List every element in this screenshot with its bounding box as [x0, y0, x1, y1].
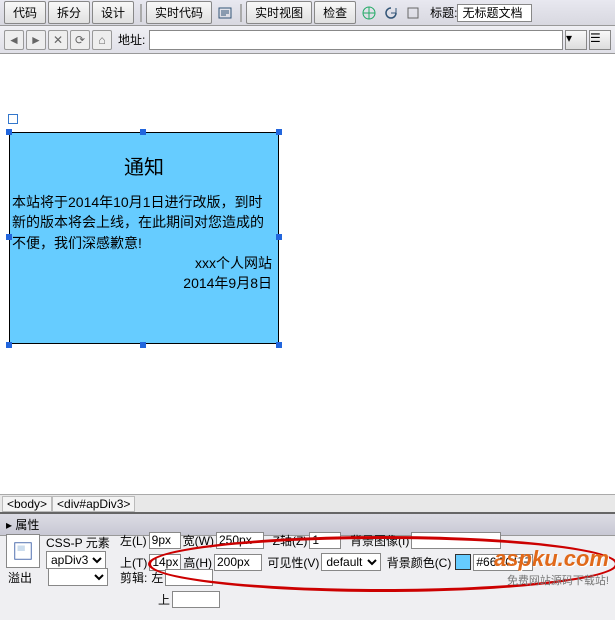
separator	[140, 4, 142, 22]
z-input[interactable]	[309, 532, 341, 549]
overflow-label: 溢出	[8, 569, 46, 586]
home-button[interactable]: ⌂	[92, 30, 112, 50]
bgimg-input[interactable]	[411, 532, 501, 549]
selection-handle[interactable]	[276, 234, 282, 240]
separator	[240, 4, 242, 22]
z-label: Z轴(Z)	[273, 532, 308, 549]
tag-body[interactable]: <body>	[2, 496, 52, 512]
tab-code[interactable]: 代码	[4, 1, 46, 24]
vis-label: 可见性(V)	[267, 554, 319, 571]
properties-panel: ▸ 属性 CSS-P 元素 apDiv3 左(L) 宽(W) Z轴(Z)	[0, 512, 615, 620]
title-input[interactable]	[457, 4, 532, 22]
left-input[interactable]	[149, 532, 181, 549]
tab-split[interactable]: 拆分	[48, 1, 90, 24]
back-button[interactable]: ◄	[4, 30, 24, 50]
bgcolor-input[interactable]	[473, 554, 533, 571]
selection-handle[interactable]	[6, 234, 12, 240]
design-canvas[interactable]: 通知 本站将于2014年10月1日进行改版，到时新的版本将会上线，在此期间对您造…	[0, 54, 615, 494]
selection-handle[interactable]	[6, 129, 12, 135]
code-icon[interactable]	[217, 5, 233, 21]
tag-selector-bar: <body><div#apDiv3>	[0, 494, 615, 512]
selection-handle[interactable]	[276, 129, 282, 135]
globe-icon[interactable]	[361, 5, 377, 21]
selection-handle[interactable]	[276, 342, 282, 348]
forward-button[interactable]: ►	[26, 30, 46, 50]
selection-handle[interactable]	[6, 342, 12, 348]
bgcolor-label: 背景颜色(C)	[387, 554, 452, 571]
address-input[interactable]	[149, 30, 563, 50]
list-button[interactable]: ☰	[589, 30, 611, 50]
realtime-code-button[interactable]: 实时代码	[146, 1, 212, 24]
element-type-label: CSS-P 元素	[46, 534, 118, 551]
clip-top-input[interactable]	[172, 591, 220, 608]
refresh-icon[interactable]	[383, 5, 399, 21]
notice-body: 本站将于2014年10月1日进行改版，到时新的版本将会上线，在此期间对您造成的不…	[10, 192, 278, 253]
width-label: 宽(W)	[183, 532, 214, 549]
tag-div[interactable]: <div#apDiv3>	[52, 496, 135, 512]
realtime-view-button[interactable]: 实时视图	[246, 1, 312, 24]
title-label: 标题:	[430, 4, 457, 21]
bgcolor-swatch[interactable]	[455, 554, 471, 570]
notice-date: 2014年9月8日	[10, 273, 278, 293]
notice-signature: xxx个人网站	[10, 253, 278, 273]
anchor-icon	[8, 114, 18, 124]
width-input[interactable]	[216, 532, 264, 549]
clip-left-input[interactable]	[165, 569, 213, 586]
ap-div-element[interactable]: 通知 本站将于2014年10月1日进行改版，到时新的版本将会上线，在此期间对您造…	[9, 132, 279, 344]
inspect-button[interactable]: 检查	[314, 1, 356, 24]
tool-icon[interactable]	[405, 5, 421, 21]
vis-select[interactable]: default	[321, 553, 381, 571]
clip-top-label: 上	[158, 591, 170, 608]
properties-title: 属性	[15, 518, 39, 532]
clip-label: 剪辑:	[120, 569, 147, 586]
element-type-icon	[6, 534, 40, 568]
address-dropdown[interactable]: ▾	[565, 30, 587, 50]
main-toolbar: 代码 拆分 设计 实时代码 实时视图 检查 标题:	[0, 0, 615, 26]
height-input[interactable]	[214, 554, 262, 571]
element-id-select[interactable]: apDiv3	[46, 551, 106, 569]
bgimg-label: 背景图像(I)	[350, 532, 409, 549]
selection-handle[interactable]	[140, 129, 146, 135]
stop-button[interactable]: ✕	[48, 30, 68, 50]
notice-title: 通知	[10, 133, 278, 192]
address-label: 地址:	[118, 31, 145, 48]
selection-handle[interactable]	[140, 342, 146, 348]
left-label: 左(L)	[120, 532, 147, 549]
clip-left-label: 左	[151, 569, 163, 586]
reload-button[interactable]: ⟳	[70, 30, 90, 50]
address-toolbar: ◄ ► ✕ ⟳ ⌂ 地址: ▾ ☰	[0, 26, 615, 54]
tab-design[interactable]: 设计	[92, 1, 134, 24]
overflow-select[interactable]	[48, 568, 108, 586]
